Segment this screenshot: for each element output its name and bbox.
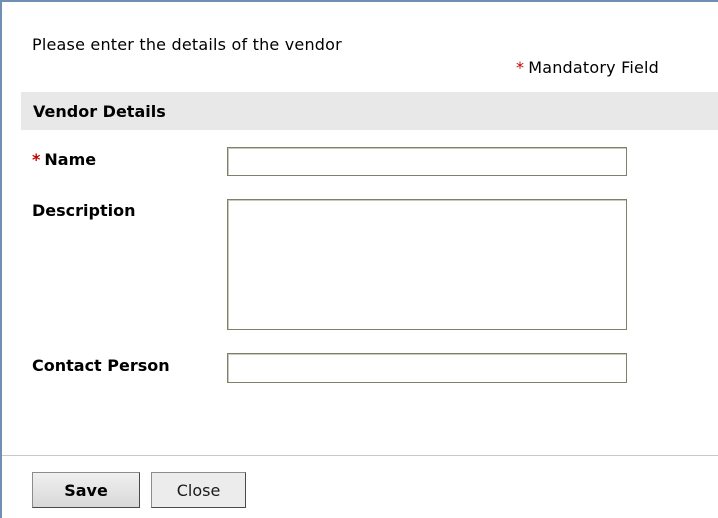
required-marker: * — [516, 58, 525, 77]
name-label: * Name — [32, 150, 96, 169]
save-button[interactable]: Save — [32, 472, 140, 508]
description-textarea[interactable] — [227, 199, 627, 330]
close-button[interactable]: Close — [151, 472, 246, 508]
mandatory-field-label: Mandatory Field — [528, 58, 660, 77]
mandatory-field-note: * Mandatory Field — [516, 58, 659, 77]
section-header-vendor-details: Vendor Details — [21, 92, 718, 130]
intro-text: Please enter the details of the vendor — [32, 35, 342, 54]
name-input[interactable] — [227, 147, 627, 176]
contact-person-input[interactable] — [227, 353, 627, 383]
name-label-text: Name — [44, 150, 97, 169]
description-label: Description — [32, 201, 136, 220]
contact-person-label: Contact Person — [32, 356, 170, 375]
vendor-dialog: Please enter the details of the vendor *… — [0, 0, 718, 518]
required-marker: * — [32, 150, 41, 169]
